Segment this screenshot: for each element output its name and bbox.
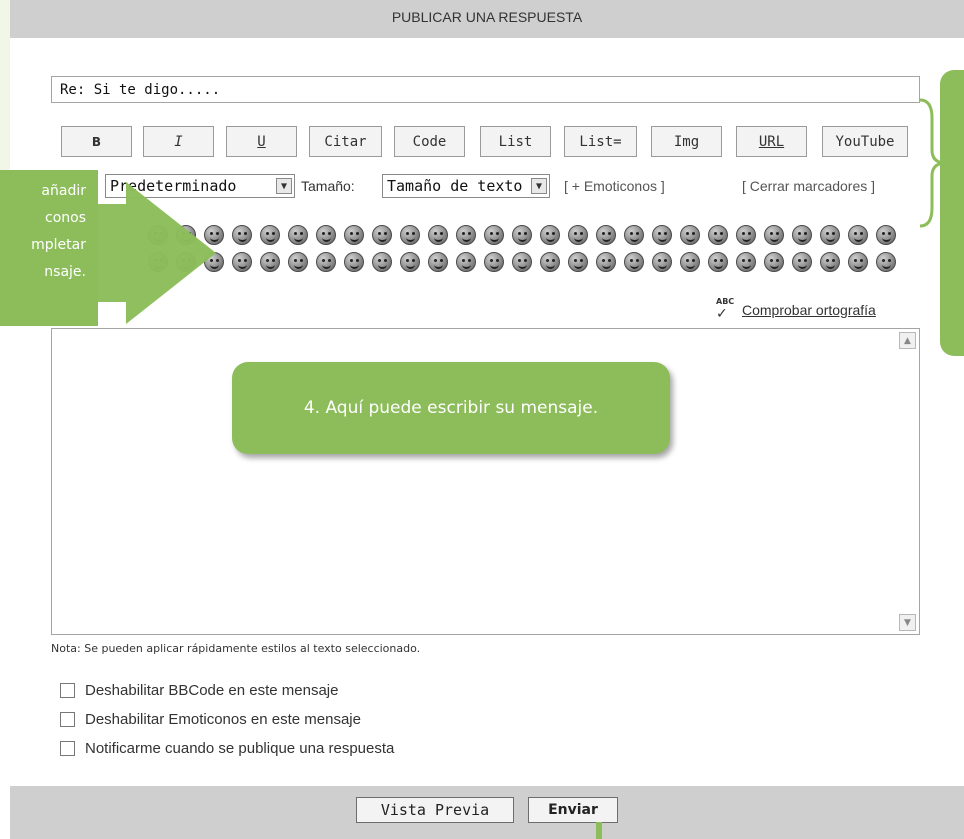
spellcheck-link[interactable]: Comprobar ortografía [742,302,876,318]
checkbox[interactable] [60,741,75,756]
smiley-icon[interactable] [260,225,280,245]
smiley-icon[interactable] [708,225,728,245]
smiley-icon[interactable] [316,225,336,245]
option-label: Deshabilitar BBCode en este mensaje [85,682,339,699]
smiley-icon[interactable] [736,252,756,272]
callout-line: mpletar [31,237,86,253]
underline-button[interactable]: U [226,126,297,157]
code-button[interactable]: Code [394,126,465,157]
smiley-icon[interactable] [792,225,812,245]
bold-button[interactable]: B [61,126,132,157]
smiley-icon[interactable] [400,252,420,272]
smiley-icon[interactable] [680,252,700,272]
preview-button[interactable]: Vista Previa [356,797,514,823]
ordered-list-button[interactable]: List= [564,126,637,157]
left-callout: añadir conos mpletar nsaje. [0,170,98,326]
smiley-icon[interactable] [876,252,896,272]
smiley-icon[interactable] [568,225,588,245]
callout-line: nsaje. [44,264,86,280]
smiley-icon[interactable] [540,225,560,245]
callout-line: conos [45,210,86,226]
checkbox[interactable] [60,683,75,698]
smiley-icon[interactable] [260,252,280,272]
smiley-icon[interactable] [820,225,840,245]
spellcheck-icon[interactable]: ABC ✓ [716,296,734,321]
smiley-icon[interactable] [372,252,392,272]
smiley-icon[interactable] [484,252,504,272]
scroll-up-arrow-icon[interactable]: ▲ [899,332,916,349]
option-label: Deshabilitar Emoticonos en este mensaje [85,711,361,728]
smiley-icon[interactable] [540,252,560,272]
smiley-icon[interactable] [792,252,812,272]
option-label: Notificarme cuando se publique una respu… [85,740,395,757]
smiley-icon[interactable] [512,225,532,245]
smiley-icon[interactable] [456,252,476,272]
chevron-down-icon: ▼ [531,178,547,194]
right-callout [940,70,964,356]
option-disable-emoticons[interactable]: Deshabilitar Emoticonos en este mensaje [60,711,361,728]
size-label: Tamaño: [301,178,355,194]
smiley-icon[interactable] [456,225,476,245]
smiley-icon[interactable] [876,225,896,245]
smiley-icon[interactable] [652,252,672,272]
smiley-icon[interactable] [736,225,756,245]
smiley-icon[interactable] [400,225,420,245]
scroll-down-arrow-icon[interactable]: ▼ [899,614,916,631]
smiley-icon[interactable] [848,225,868,245]
size-select[interactable]: Tamaño de texto ▼ [382,174,550,198]
smiley-icon[interactable] [764,252,784,272]
chevron-down-icon: ▼ [276,178,292,194]
smiley-icon[interactable] [624,252,644,272]
smiley-icon[interactable] [288,252,308,272]
smiley-icon[interactable] [288,225,308,245]
image-button[interactable]: Img [651,126,722,157]
emoticons-link[interactable]: [ + Emoticonos ] [564,178,665,194]
smiley-icon[interactable] [764,225,784,245]
subject-input[interactable] [51,76,920,103]
smiley-icon[interactable] [680,225,700,245]
smiley-icon[interactable] [624,225,644,245]
smiley-icon[interactable] [512,252,532,272]
size-select-value: Tamaño de texto [387,177,523,195]
smiley-icon[interactable] [484,225,504,245]
panel-header: PUBLICAR UNA RESPUESTA [10,0,964,38]
close-tags-link[interactable]: [ Cerrar marcadores ] [742,178,875,194]
smiley-icon[interactable] [344,225,364,245]
message-callout: 4. Aquí puede escribir su mensaje. [232,362,670,454]
checkbox[interactable] [60,712,75,727]
smiley-icon[interactable] [428,252,448,272]
submit-button[interactable]: Enviar [528,797,618,823]
smiley-icon[interactable] [316,252,336,272]
smiley-icon[interactable] [652,225,672,245]
youtube-button[interactable]: YouTube [822,126,908,157]
callout-arrow-icon [98,182,216,324]
italic-button[interactable]: I [143,126,214,157]
smiley-icon[interactable] [848,252,868,272]
pointer-line [596,822,602,839]
smiley-icon[interactable] [596,252,616,272]
smiley-icon[interactable] [344,252,364,272]
smiley-icon[interactable] [372,225,392,245]
formatting-note: Nota: Se pueden aplicar rápidamente esti… [51,642,421,655]
option-notify-reply[interactable]: Notificarme cuando se publique una respu… [60,740,394,757]
smiley-icon[interactable] [596,225,616,245]
smiley-icon[interactable] [568,252,588,272]
callout-line: añadir [41,183,86,199]
smiley-icon[interactable] [820,252,840,272]
smiley-icon[interactable] [428,225,448,245]
option-disable-bbcode[interactable]: Deshabilitar BBCode en este mensaje [60,682,338,699]
url-button[interactable]: URL [736,126,807,157]
list-button[interactable]: List [480,126,551,157]
quote-button[interactable]: Citar [309,126,382,157]
smiley-icon[interactable] [708,252,728,272]
